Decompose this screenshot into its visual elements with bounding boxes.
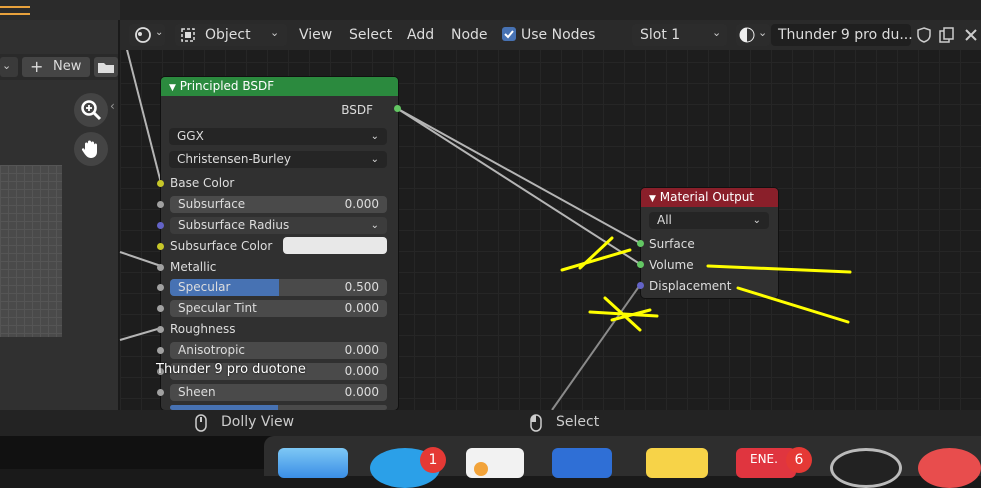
- finder-icon[interactable]: [278, 448, 348, 478]
- select-label: Select: [556, 414, 600, 430]
- annotation-stroke: [706, 264, 852, 274]
- annotation-strokes: [560, 236, 852, 332]
- notes-icon[interactable]: [646, 448, 708, 478]
- notification-badge: 6: [786, 447, 812, 473]
- mail-stamp-icon[interactable]: [552, 448, 612, 478]
- annotation-stroke: [578, 236, 614, 270]
- clock-app-icon[interactable]: [830, 448, 902, 488]
- dolly-view-label: Dolly View: [221, 414, 295, 430]
- contacts-icon[interactable]: [466, 448, 524, 478]
- mouse-middle-icon: [195, 414, 207, 432]
- contacts-dot: [474, 462, 488, 476]
- mouse-left-icon: [530, 414, 542, 432]
- status-bar: Dolly View Select: [0, 410, 981, 436]
- calendar-month: ENE.: [750, 452, 778, 466]
- annotation-stroke: [736, 286, 850, 324]
- app-icon[interactable]: [918, 448, 981, 488]
- notification-badge: 1: [420, 447, 446, 473]
